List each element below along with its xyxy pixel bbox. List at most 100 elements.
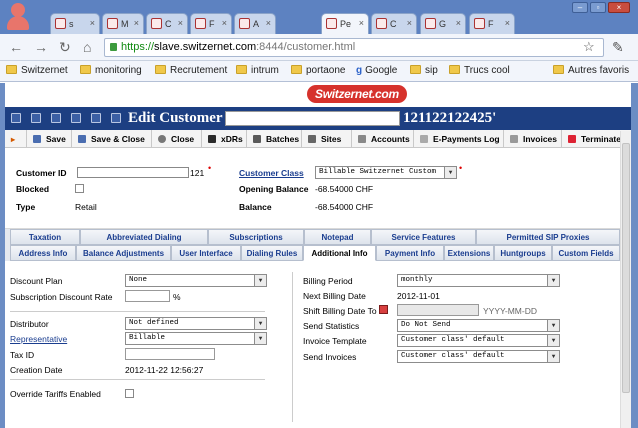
floppy-icon bbox=[78, 135, 86, 143]
back-icon[interactable]: ← bbox=[9, 39, 23, 55]
representative-link[interactable]: Representative bbox=[10, 334, 67, 344]
close-icon[interactable]: × bbox=[90, 18, 95, 28]
wrench-icon[interactable]: ✎ bbox=[612, 39, 624, 56]
tab-permitted-sip-proxies[interactable]: Permitted SIP Proxies bbox=[476, 229, 620, 245]
bookmark-item[interactable]: intrum bbox=[236, 65, 279, 76]
browser-tab[interactable]: C × bbox=[146, 13, 188, 34]
chevron-down-icon: ▼ bbox=[254, 333, 266, 344]
tab-abbreviated-dialing[interactable]: Abbreviated Dialing bbox=[80, 229, 208, 245]
calendar-icon[interactable] bbox=[379, 305, 388, 314]
maximize-button[interactable]: ▫ bbox=[590, 2, 606, 13]
tab-balance-adjustments[interactable]: Balance Adjustments bbox=[76, 245, 171, 261]
bookmark-item[interactable]: Switzernet bbox=[6, 65, 68, 76]
tab-user-interface[interactable]: User Interface bbox=[171, 245, 241, 261]
invoice-template-select[interactable]: Customer class' default ▼ bbox=[397, 334, 560, 347]
bookmark-item[interactable]: g Google bbox=[356, 65, 397, 76]
bookmark-item[interactable]: Recrutement bbox=[155, 65, 227, 76]
phone-icon[interactable] bbox=[71, 113, 81, 123]
folder-icon bbox=[236, 65, 247, 74]
tab-extensions[interactable]: Extensions bbox=[444, 245, 494, 261]
tab-notepad[interactable]: Notepad bbox=[304, 229, 371, 245]
window-close-button[interactable]: × bbox=[608, 2, 630, 13]
balance-label: Balance bbox=[239, 202, 272, 212]
tab-taxation[interactable]: Taxation bbox=[10, 229, 80, 245]
billing-period-select[interactable]: monthly ▼ bbox=[397, 274, 560, 287]
next-billing-value: 2012-11-01 bbox=[397, 291, 440, 301]
minimize-button[interactable]: – bbox=[572, 2, 588, 13]
batches-button[interactable]: Batches bbox=[247, 130, 302, 148]
home-icon[interactable]: ⌂ bbox=[83, 39, 91, 55]
forward-icon[interactable]: → bbox=[34, 39, 48, 55]
action-toolbar: ▸ Save Save & Close Close xDRs Batches S… bbox=[5, 130, 631, 148]
bookmark-item[interactable]: monitoring bbox=[80, 65, 142, 76]
grid-icon[interactable] bbox=[31, 113, 41, 123]
close-icon[interactable]: × bbox=[134, 18, 139, 28]
close-icon[interactable]: × bbox=[266, 18, 271, 28]
browser-tab[interactable]: F × bbox=[190, 13, 232, 34]
tax-id-input[interactable] bbox=[125, 348, 215, 360]
browser-tab[interactable]: s × bbox=[50, 13, 100, 34]
bookmark-item[interactable]: sip bbox=[410, 65, 438, 76]
close-icon[interactable]: × bbox=[456, 18, 461, 28]
tab-huntgroups[interactable]: Huntgroups bbox=[494, 245, 552, 261]
floppy-icon bbox=[33, 135, 41, 143]
tab-payment-info[interactable]: Payment Info bbox=[376, 245, 444, 261]
accounts-button[interactable]: Accounts bbox=[352, 130, 414, 148]
close-icon[interactable]: × bbox=[407, 18, 412, 28]
tab-label: G bbox=[439, 19, 447, 29]
vertical-scrollbar[interactable] bbox=[620, 131, 631, 428]
tab-address-info[interactable]: Address Info bbox=[10, 245, 76, 261]
scrollbar-thumb[interactable] bbox=[622, 143, 630, 393]
browser-tab[interactable]: G × bbox=[420, 13, 466, 34]
tab-additional-info[interactable]: Additional Info bbox=[303, 245, 376, 261]
send-statistics-select[interactable]: Do Not Send ▼ bbox=[397, 319, 560, 332]
save-close-button[interactable]: Save & Close bbox=[72, 130, 152, 148]
close-button[interactable]: Close bbox=[152, 130, 202, 148]
representative-select[interactable]: Billable ▼ bbox=[125, 332, 267, 345]
home-icon[interactable] bbox=[11, 113, 21, 123]
favicon-icon bbox=[239, 18, 250, 29]
menu-arrow-icon[interactable]: ▸ bbox=[5, 130, 27, 148]
blocked-checkbox[interactable] bbox=[75, 184, 84, 193]
customer-class-link[interactable]: Customer Class bbox=[239, 168, 304, 178]
chevron-down-icon: ▼ bbox=[547, 275, 559, 286]
browser-tab[interactable]: F × bbox=[469, 13, 515, 34]
calendar-icon[interactable] bbox=[91, 113, 101, 123]
address-bar[interactable]: https://slave.switzernet.com:8444/custom… bbox=[104, 38, 604, 57]
browser-tab-active[interactable]: Pe × bbox=[321, 13, 369, 35]
close-icon[interactable]: × bbox=[222, 18, 227, 28]
tab-service-features[interactable]: Service Features bbox=[371, 229, 476, 245]
save-button[interactable]: Save bbox=[27, 130, 72, 148]
shift-billing-input[interactable] bbox=[397, 304, 479, 316]
shift-billing-placeholder: YYYY-MM-DD bbox=[483, 306, 537, 316]
list-icon[interactable] bbox=[51, 113, 61, 123]
close-icon[interactable]: × bbox=[359, 18, 364, 28]
xdrs-button[interactable]: xDRs bbox=[202, 130, 247, 148]
invoices-button[interactable]: Invoices bbox=[504, 130, 562, 148]
discount-plan-select[interactable]: None ▼ bbox=[125, 274, 267, 287]
tab-dialing-rules[interactable]: Dialing Rules bbox=[241, 245, 303, 261]
bookmark-item[interactable]: Autres favoris bbox=[553, 65, 629, 76]
bookmark-item[interactable]: Trucs cool bbox=[449, 65, 510, 76]
tab-subscriptions[interactable]: Subscriptions bbox=[208, 229, 304, 245]
close-icon[interactable]: × bbox=[178, 18, 183, 28]
close-icon[interactable]: × bbox=[505, 18, 510, 28]
browser-tab-strip: s × M × C × F × A × Pe × C × G × F × – ▫ × bbox=[0, 0, 638, 35]
bookmark-star-icon[interactable]: ☆ bbox=[583, 39, 595, 55]
sites-button[interactable]: Sites bbox=[302, 130, 352, 148]
subscription-discount-input[interactable] bbox=[125, 290, 170, 302]
browser-tab[interactable]: C × bbox=[371, 13, 417, 34]
customer-class-select[interactable]: Billable Switzernet Custom ▼ bbox=[315, 166, 457, 179]
tab-custom-fields[interactable]: Custom Fields bbox=[552, 245, 620, 261]
distributor-select[interactable]: Not defined ▼ bbox=[125, 317, 267, 330]
bookmark-item[interactable]: portaone bbox=[291, 65, 345, 76]
tools-icon[interactable] bbox=[111, 113, 121, 123]
e-payments-log-button[interactable]: E-Payments Log bbox=[414, 130, 504, 148]
profile-avatar-icon[interactable] bbox=[4, 3, 32, 33]
send-invoices-select[interactable]: Customer class' default ▼ bbox=[397, 350, 560, 363]
browser-tab[interactable]: A × bbox=[234, 13, 276, 34]
reload-icon[interactable]: ↻ bbox=[59, 39, 71, 55]
browser-tab[interactable]: M × bbox=[102, 13, 144, 34]
override-tariffs-checkbox[interactable] bbox=[125, 389, 134, 398]
tab-label: C bbox=[390, 19, 397, 29]
